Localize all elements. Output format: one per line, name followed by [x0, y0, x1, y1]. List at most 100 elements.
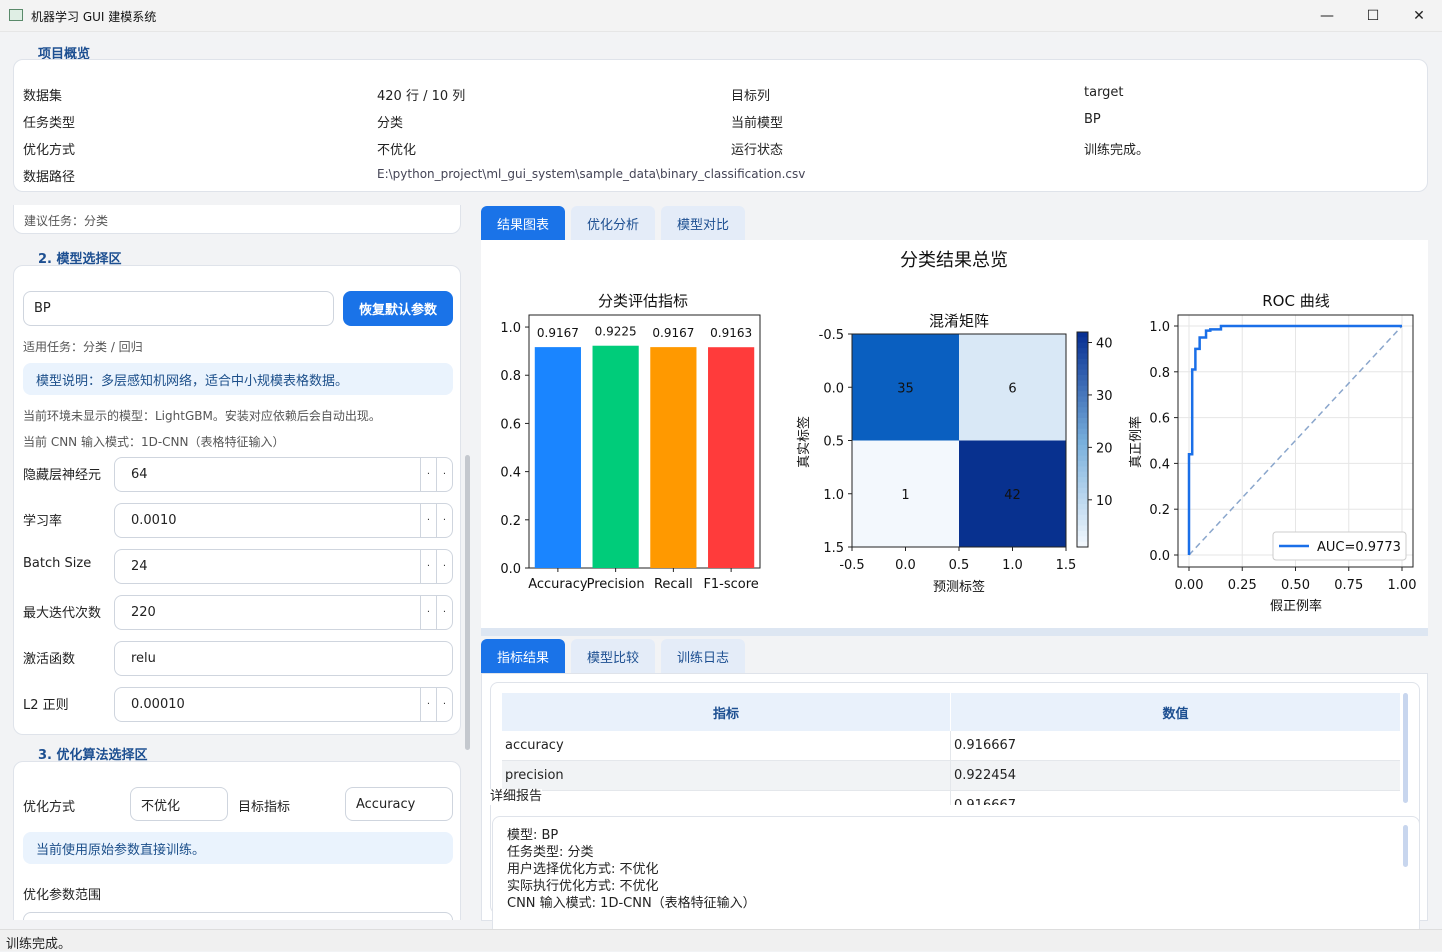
colorbar-segment	[1077, 477, 1088, 484]
metrics-xtick-label: Precision	[587, 577, 645, 592]
app-icon	[9, 9, 23, 21]
colorbar-segment	[1077, 444, 1088, 451]
tab-charts[interactable]: 结果图表	[481, 206, 565, 240]
overview-label: 优化方式	[23, 143, 76, 158]
spin-down-button[interactable]: ·	[420, 688, 436, 721]
colorbar-segment	[1077, 493, 1088, 500]
table-cell-value[interactable]: 0.916667	[951, 791, 1400, 805]
window-title: 机器学习 GUI 建模系统	[31, 10, 157, 24]
opt-range-field[interactable]	[23, 912, 453, 920]
close-button[interactable]: ✕	[1396, 0, 1442, 32]
colorbar-segment	[1077, 536, 1088, 543]
tab-metrics[interactable]: 指标结果	[481, 639, 565, 673]
colorbar-segment	[1077, 391, 1088, 398]
report-text[interactable]: 模型: BP 任务类型: 分类 用户选择优化方式: 不优化 实际执行优化方式: 不优化…	[492, 816, 1420, 936]
roc-title: ROC 曲线	[1262, 292, 1329, 310]
spin-up-button[interactable]: ·	[436, 688, 452, 721]
cm-ytick-label: 1.0	[823, 488, 844, 503]
spin-down-button[interactable]: ·	[420, 504, 436, 537]
overview-value: 训练完成。	[1084, 143, 1150, 158]
table-header-metric[interactable]: 指标	[502, 693, 951, 731]
param-value: 0.0010	[131, 513, 177, 528]
tab-optimization[interactable]: 优化分析	[571, 206, 655, 240]
roc-xtick-label: 0.50	[1281, 578, 1310, 593]
metrics-ytick-label: 0.2	[500, 514, 521, 529]
results-card: 指标 数值 accuracy0.916667precision0.922454r…	[490, 682, 1420, 936]
maximize-button[interactable]: ☐	[1350, 0, 1396, 32]
colorbar-segment	[1077, 342, 1088, 349]
tab-model-compare[interactable]: 模型对比	[661, 206, 745, 240]
roc-xtick-label: 0.00	[1175, 578, 1204, 593]
metrics-ytick-label: 0.4	[500, 466, 521, 481]
spin-up-button[interactable]: ·	[436, 550, 452, 583]
title-bar: 机器学习 GUI 建模系统 — ☐ ✕	[0, 0, 1442, 32]
spin-up-button[interactable]: ·	[436, 596, 452, 629]
overview-label: 数据集	[23, 89, 63, 104]
cm-cell-label: 1	[901, 488, 909, 503]
colorbar-segment	[1077, 487, 1088, 494]
spin-down-button[interactable]: ·	[420, 596, 436, 629]
spin-down-button[interactable]: ·	[420, 458, 436, 491]
spin-down-button[interactable]: ·	[420, 550, 436, 583]
report-line: 任务类型: 分类	[507, 845, 594, 860]
metrics-ytick-label: 0.8	[500, 369, 521, 384]
colorbar-segment	[1077, 466, 1088, 473]
param-input[interactable]: 0.0010 · ·	[114, 503, 453, 538]
colorbar-segment	[1077, 525, 1088, 532]
colorbar-segment	[1077, 498, 1088, 505]
colorbar-segment	[1077, 439, 1088, 446]
target-metric-select[interactable]: Accuracy	[345, 787, 453, 821]
param-label: 隐藏层神经元	[23, 468, 102, 483]
figure-panel: 分类结果总览 分类评估指标 0.0 0.2 0.4 0.6 0.8 1.0 0.9167 Ac…	[481, 240, 1428, 636]
overview-label: 任务类型	[23, 116, 76, 131]
roc-ytick-label: 0.2	[1149, 503, 1170, 518]
tab-compare[interactable]: 模型比较	[571, 639, 655, 673]
metrics-ytick-label: 0.0	[500, 562, 521, 577]
overview-value: 分类	[377, 116, 404, 131]
param-label: L2 正则	[23, 698, 69, 713]
report-scrollbar[interactable]	[1403, 825, 1408, 867]
table-cell-value[interactable]: 0.916667	[951, 731, 1400, 761]
left-scrollbar[interactable]	[465, 455, 470, 750]
param-input[interactable]: relu	[114, 641, 453, 676]
param-input[interactable]: 24 · ·	[114, 549, 453, 584]
param-input[interactable]: 220 · ·	[114, 595, 453, 630]
colorbar-segment	[1077, 337, 1088, 344]
opt-note-text: 当前使用原始参数直接训练。	[36, 842, 206, 858]
table-cell-metric[interactable]: recall	[502, 791, 951, 805]
cm-cell-label: 42	[1004, 488, 1021, 503]
colorbar-segment	[1077, 369, 1088, 376]
table-cell-value[interactable]: 0.922454	[951, 761, 1400, 791]
metric-bar-label: 0.9167	[652, 326, 694, 340]
spin-up-button[interactable]: ·	[436, 504, 452, 537]
minimize-button[interactable]: —	[1304, 0, 1350, 32]
overview-value: 420 行 / 10 列	[377, 89, 466, 104]
opt-select[interactable]: 不优化	[130, 787, 228, 821]
colorbar-segment	[1077, 385, 1088, 392]
colorbar-tick-label: 30	[1096, 389, 1113, 404]
cm-ytick-label: -0.5	[819, 328, 844, 343]
cm-ytick-label: 1.5	[823, 541, 844, 556]
colorbar-segment	[1077, 482, 1088, 489]
roc-ytick-label: 0.0	[1149, 549, 1170, 564]
tab-train-log[interactable]: 训练日志	[661, 639, 745, 673]
report-line: CNN 输入模式: 1D-CNN（表格特征输入）	[507, 896, 756, 911]
spin-up-button[interactable]: ·	[436, 458, 452, 491]
table-cell-metric[interactable]: precision	[502, 761, 951, 791]
colorbar-segment	[1077, 401, 1088, 408]
confusion-matrix-chart: 混淆矩阵 预测标签 真实标签 35 6 1 42 -0.5 0.0 0.5 1.0 1.5 -0.…	[796, 312, 1113, 595]
roc-xtick-label: 0.75	[1334, 578, 1363, 593]
param-input[interactable]: 64 · ·	[114, 457, 453, 492]
table-scrollbar[interactable]	[1403, 693, 1408, 803]
report-label: 详细报告	[490, 789, 543, 805]
param-value: 64	[131, 467, 148, 482]
colorbar-segment	[1077, 450, 1088, 457]
target-metric-label: 目标指标	[238, 800, 291, 815]
param-input[interactable]: 0.00010 · ·	[114, 687, 453, 722]
roc-ytick-label: 0.6	[1149, 412, 1170, 427]
colorbar-segment	[1077, 455, 1088, 462]
table-cell-metric[interactable]: accuracy	[502, 731, 951, 761]
table-header-value[interactable]: 数值	[951, 693, 1400, 731]
path-value: E:\python_project\ml_gui_system\sample_d…	[377, 167, 806, 181]
roc-xtick-label: 1.00	[1388, 578, 1417, 593]
